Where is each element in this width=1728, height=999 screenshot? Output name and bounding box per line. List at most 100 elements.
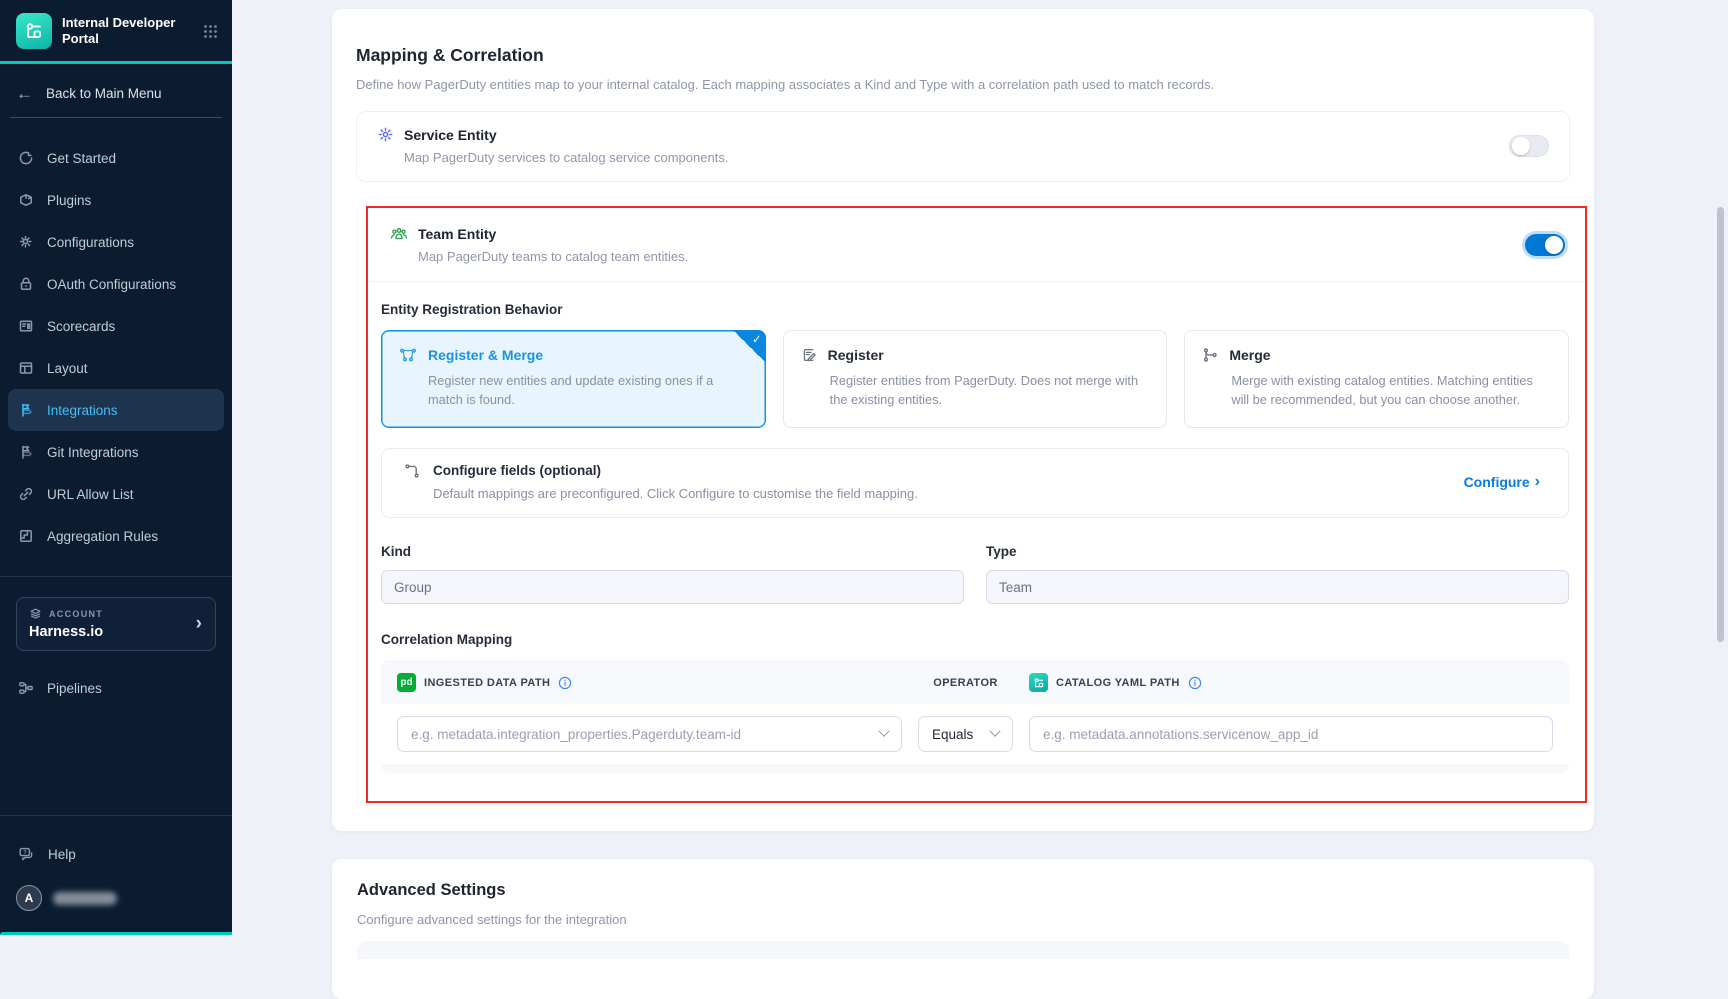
option-description: Merge with existing catalog entities. Ma… <box>1231 371 1551 409</box>
option-description: Register entities from PagerDuty. Does n… <box>830 371 1150 409</box>
register-icon <box>801 347 817 363</box>
registration-behavior-label: Entity Registration Behavior <box>381 302 1569 317</box>
account-name: Harness.io <box>29 624 175 640</box>
chevron-right-icon: › <box>1535 473 1540 491</box>
service-entity-toggle[interactable] <box>1509 135 1549 157</box>
sidebar-item-get-started[interactable]: Get Started <box>8 137 224 179</box>
sidebar-item-label: Layout <box>47 361 88 376</box>
advanced-settings-subtitle: Configure advanced settings for the inte… <box>357 912 1569 927</box>
catalog-yaml-path-input[interactable] <box>1029 716 1553 752</box>
sidebar-nav: Get Started Plugins Configurations <box>0 137 232 557</box>
sidebar-item-help[interactable]: ? Help <box>8 833 224 875</box>
type-input[interactable]: Team <box>986 570 1569 604</box>
service-entity-title: Service Entity <box>404 127 497 143</box>
team-entity-row: Team Entity Map PagerDuty teams to catal… <box>368 208 1585 281</box>
sidebar-item-aggregation-rules[interactable]: Aggregation Rules <box>8 515 224 557</box>
sidebar-header: Internal Developer Portal <box>0 0 232 64</box>
info-icon[interactable] <box>558 676 572 690</box>
advanced-settings-title: Advanced Settings <box>357 881 1569 900</box>
git-integrations-icon <box>18 444 34 460</box>
help-chat-icon: ? <box>18 846 35 863</box>
register-merge-icon <box>399 347 417 363</box>
correlation-mapping-label: Correlation Mapping <box>381 632 1569 647</box>
sidebar-item-layout[interactable]: Layout <box>8 347 224 389</box>
sidebar-item-plugins[interactable]: Plugins <box>8 179 224 221</box>
sidebar-item-label: Git Integrations <box>47 445 139 460</box>
idp-logo <box>16 13 52 49</box>
team-entity-description: Map PagerDuty teams to catalog team enti… <box>418 249 1525 264</box>
option-title: Register <box>828 347 884 363</box>
account-layers-icon <box>29 607 42 620</box>
user-profile[interactable]: A <box>0 875 232 935</box>
link-icon <box>18 486 34 502</box>
advanced-settings-panel-top <box>357 941 1569 959</box>
page-title: Mapping & Correlation <box>356 45 1570 66</box>
correlation-mapping-table: pd INGESTED DATA PATH OPERATOR <box>381 660 1569 773</box>
chevron-down-icon <box>878 726 889 737</box>
configure-button[interactable]: Configure › <box>1464 474 1540 491</box>
type-field-group: Type Team <box>986 544 1569 604</box>
option-register-and-merge[interactable]: ✓ Register & Merge <box>381 330 766 428</box>
sidebar: Internal Developer Portal ← Back to Main… <box>0 0 232 935</box>
sidebar-item-label: Scorecards <box>47 319 115 334</box>
sidebar-item-pipelines[interactable]: Pipelines <box>8 667 224 709</box>
sidebar-item-integrations[interactable]: Integrations <box>8 389 224 431</box>
divider <box>10 117 222 118</box>
account-switcher[interactable]: ACCOUNT Harness.io › <box>16 597 216 651</box>
aggregation-rules-icon <box>18 528 34 544</box>
pagerduty-badge-icon: pd <box>397 673 416 692</box>
divider <box>0 815 232 816</box>
operator-select[interactable]: Equals <box>918 716 1013 752</box>
sidebar-item-label: Get Started <box>47 151 116 166</box>
page-subtitle: Define how PagerDuty entities map to you… <box>356 77 1570 92</box>
sidebar-item-label: OAuth Configurations <box>47 277 176 292</box>
service-gear-icon <box>377 126 394 143</box>
option-title: Merge <box>1229 347 1270 363</box>
back-to-main-menu[interactable]: ← Back to Main Menu <box>0 64 232 102</box>
integrations-icon <box>18 402 34 418</box>
team-entity-annotated-region: Team Entity Map PagerDuty teams to catal… <box>366 206 1587 803</box>
mapping-correlation-card: Mapping & Correlation Define how PagerDu… <box>332 9 1594 831</box>
back-arrow-icon: ← <box>16 85 33 102</box>
lock-icon <box>18 276 34 292</box>
divider <box>0 576 232 577</box>
avatar[interactable]: A <box>16 885 42 911</box>
sidebar-item-label: Integrations <box>47 403 118 418</box>
sidebar-item-label: Plugins <box>47 193 91 208</box>
option-register[interactable]: Register Register entities from PagerDut… <box>783 330 1168 428</box>
chevron-right-icon: › <box>196 613 202 635</box>
vertical-scrollbar[interactable] <box>1717 207 1724 642</box>
chevron-down-icon <box>989 726 1000 737</box>
main-content: Mapping & Correlation Define how PagerDu… <box>232 0 1728 935</box>
team-entity-toggle[interactable] <box>1525 234 1565 256</box>
sidebar-item-label: Aggregation Rules <box>47 529 158 544</box>
sidebar-item-oauth-configurations[interactable]: OAuth Configurations <box>8 263 224 305</box>
pipelines-icon <box>18 680 34 696</box>
apps-grid-icon[interactable] <box>203 24 218 39</box>
app-title: Internal Developer Portal <box>62 15 193 48</box>
sidebar-item-git-integrations[interactable]: Git Integrations <box>8 431 224 473</box>
configure-fields-icon <box>404 463 420 479</box>
svg-text:?: ? <box>23 850 27 856</box>
kind-field-group: Kind Group <box>381 544 964 604</box>
info-icon[interactable] <box>1188 676 1202 690</box>
user-name-redacted <box>53 892 117 905</box>
sidebar-item-label: Configurations <box>47 235 134 250</box>
sidebar-item-url-allow-list[interactable]: URL Allow List <box>8 473 224 515</box>
catalog-badge-icon <box>1029 673 1048 692</box>
ingested-data-path-select[interactable]: e.g. metadata.integration_properties.Pag… <box>397 716 902 752</box>
plugins-icon <box>18 192 34 208</box>
option-description: Register new entities and update existin… <box>428 371 748 409</box>
team-entity-title: Team Entity <box>418 226 496 242</box>
kind-label: Kind <box>381 544 964 559</box>
kind-input[interactable]: Group <box>381 570 964 604</box>
layout-icon <box>18 360 34 376</box>
sidebar-item-configurations[interactable]: Configurations <box>8 221 224 263</box>
sidebar-item-scorecards[interactable]: Scorecards <box>8 305 224 347</box>
type-label: Type <box>986 544 1569 559</box>
scorecards-icon <box>18 318 34 334</box>
service-entity-row: Service Entity Map PagerDuty services to… <box>356 111 1570 182</box>
selected-check-icon: ✓ <box>733 330 766 363</box>
merge-icon <box>1202 347 1218 363</box>
option-merge[interactable]: Merge Merge with existing catalog entiti… <box>1184 330 1569 428</box>
